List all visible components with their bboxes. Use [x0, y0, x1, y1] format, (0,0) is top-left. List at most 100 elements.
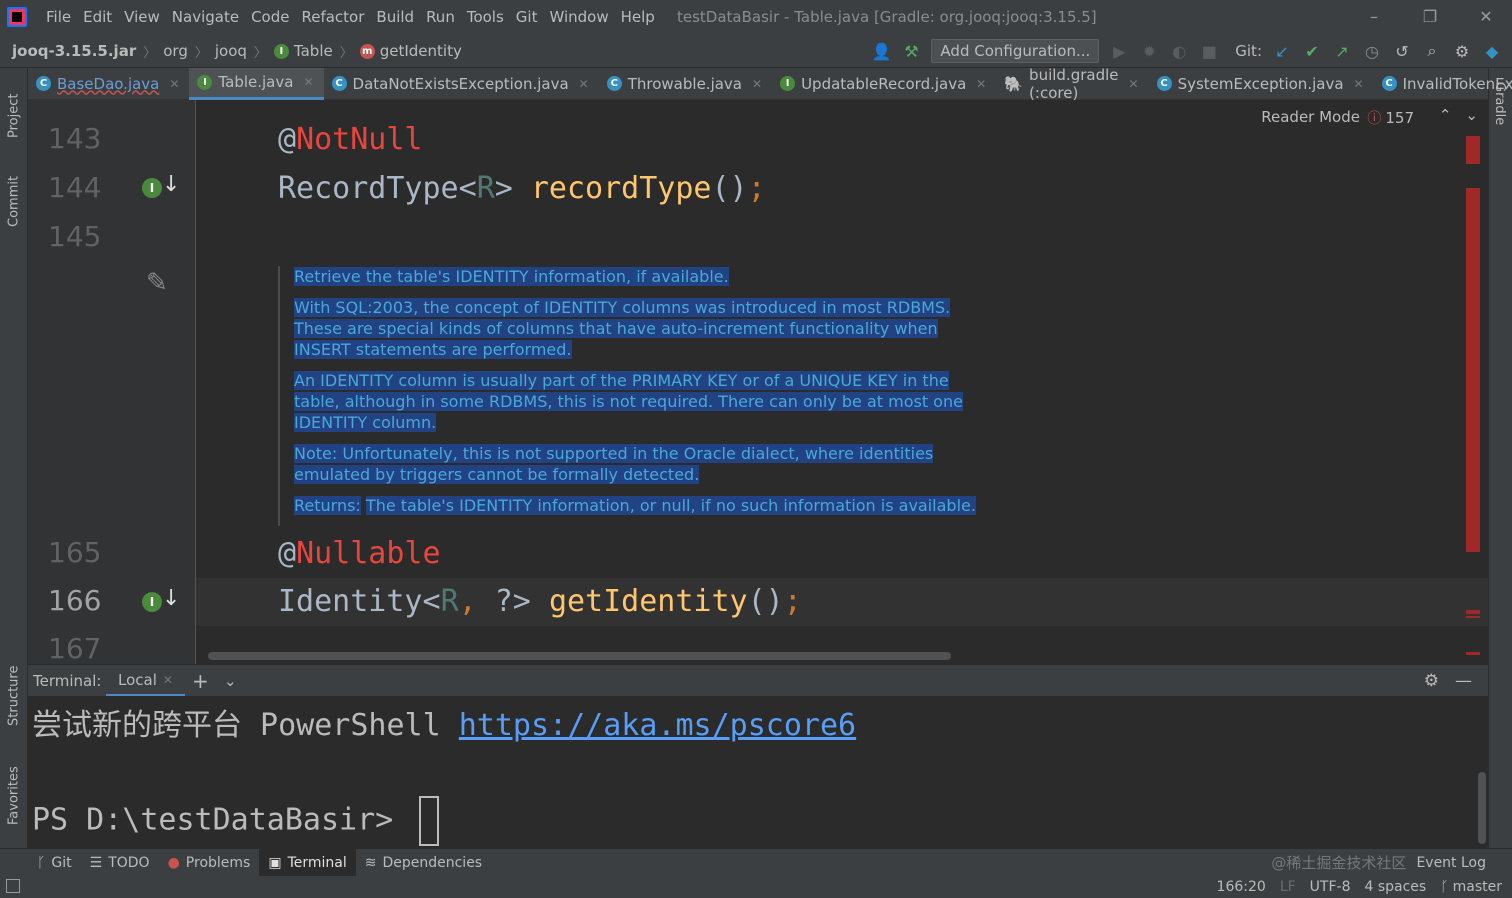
chevron-down-icon[interactable]: ⌄ — [1465, 106, 1478, 124]
minimize-button[interactable]: – — [1346, 0, 1402, 34]
tab-label: SystemException.java — [1177, 74, 1344, 93]
user-icon[interactable]: 👤 — [871, 42, 891, 61]
breadcrumb-org[interactable]: org — [163, 42, 188, 60]
terminal-scrollbar[interactable] — [1478, 772, 1486, 844]
terminal-link[interactable]: https://aka.ms/pscore6 — [459, 708, 856, 743]
terminal-icon: ▣ — [268, 854, 282, 871]
history-icon[interactable]: ◷ — [1362, 42, 1382, 61]
problems-tool-button[interactable]: ● Problems — [159, 849, 260, 877]
menu-help[interactable]: Help — [615, 0, 661, 34]
close-icon[interactable]: ✕ — [976, 77, 986, 91]
file-encoding[interactable]: UTF-8 — [1310, 879, 1351, 895]
menu-git[interactable]: Git — [510, 0, 544, 34]
tab-systemexception[interactable]: C SystemException.java ✕ — [1149, 68, 1374, 100]
breadcrumb-jooq[interactable]: jooq — [215, 42, 247, 60]
close-icon[interactable]: ✕ — [1129, 77, 1139, 91]
tab-table[interactable]: I Table.java ✕ — [189, 67, 324, 100]
tab-updatablerecord[interactable]: I UpdatableRecord.java ✕ — [772, 68, 996, 100]
git-branch-widget[interactable]: ᚴ master — [1440, 879, 1502, 895]
git-push-icon[interactable]: ↗ — [1332, 42, 1352, 61]
chevron-down-icon[interactable]: ⌄ — [224, 665, 237, 697]
menu-code[interactable]: Code — [245, 0, 295, 34]
dependencies-tool-button[interactable]: ≋ Dependencies — [356, 849, 491, 877]
menu-tools[interactable]: Tools — [461, 0, 510, 34]
line-number: 165 — [48, 536, 102, 569]
status-widgets: 166:20 LF UTF-8 4 spaces ᚴ master — [1217, 876, 1502, 898]
restore-button[interactable]: ❐ — [1402, 0, 1458, 34]
project-tool-tab[interactable]: Project — [0, 76, 28, 156]
menu-file[interactable]: File — [40, 0, 77, 34]
rollback-icon[interactable]: ↺ — [1392, 42, 1412, 61]
event-log-button[interactable]: Event Log — [1416, 849, 1486, 877]
tab-invalidtoken[interactable]: C InvalidTokenExce — [1374, 68, 1512, 100]
menu-window[interactable]: Window — [543, 0, 614, 34]
close-icon[interactable]: ✕ — [303, 75, 313, 89]
doc-paragraph: An IDENTITY column is usually part of th… — [294, 370, 998, 433]
rendered-javadoc[interactable]: Retrieve the table's IDENTITY informatio… — [278, 266, 998, 526]
code-token: ; — [783, 584, 802, 619]
plugin-icon[interactable]: ◆ — [1482, 42, 1502, 61]
error-stripe[interactable] — [1466, 136, 1480, 656]
favorites-tool-tab[interactable]: Favorites — [0, 756, 28, 836]
panel-toggle-icon[interactable] — [6, 879, 20, 893]
close-icon[interactable]: ✕ — [752, 77, 762, 91]
commit-tool-tab[interactable]: Commit — [0, 166, 28, 236]
tab-label: build.gradle (:core) — [1029, 65, 1119, 102]
line-separator[interactable]: LF — [1280, 879, 1296, 895]
settings-gear-icon[interactable]: ⚙ — [1452, 42, 1472, 61]
menu-view[interactable]: View — [118, 0, 166, 34]
run-icon[interactable]: ▶ — [1109, 42, 1129, 61]
close-icon[interactable]: ✕ — [579, 77, 589, 91]
close-icon[interactable]: ✕ — [163, 664, 173, 696]
status-bar: 166:20 LF UTF-8 4 spaces ᚴ master — [0, 876, 1512, 898]
error-count-widget[interactable]: ⓘ 157 — [1367, 108, 1414, 128]
tab-build-gradle[interactable]: 🐘 build.gradle (:core) ✕ — [996, 65, 1148, 102]
new-terminal-plus-icon[interactable]: + — [192, 665, 209, 697]
breadcrumb-table[interactable]: I Table — [273, 42, 333, 60]
indent-setting[interactable]: 4 spaces — [1364, 879, 1426, 895]
menu-edit[interactable]: Edit — [77, 0, 118, 34]
settings-gear-icon[interactable]: ⚙ — [1424, 671, 1439, 691]
git-update-icon[interactable]: ↙ — [1272, 42, 1292, 61]
coverage-icon[interactable]: ◐ — [1169, 42, 1189, 61]
horizontal-scrollbar[interactable] — [208, 652, 951, 660]
minimize-panel-icon[interactable]: — — [1455, 671, 1472, 691]
menu-navigate[interactable]: Navigate — [166, 0, 245, 34]
terminal-tab-local[interactable]: Local ✕ — [106, 665, 185, 697]
terminal-output[interactable]: 尝试新的跨平台 PowerShell https://aka.ms/pscore… — [28, 696, 1488, 848]
menu-run[interactable]: Run — [420, 0, 461, 34]
breadcrumb-method[interactable]: m getIdentity — [359, 42, 462, 60]
build-hammer-icon[interactable]: ⚒ — [901, 42, 921, 61]
code-token: ?> — [494, 584, 549, 619]
git-commit-icon[interactable]: ✔ — [1302, 42, 1322, 61]
tab-label: InvalidTokenExce — [1402, 74, 1512, 93]
code-token: () — [747, 584, 784, 619]
stop-icon[interactable]: ■ — [1199, 42, 1219, 61]
class-icon: C — [36, 76, 51, 91]
tab-datanotexists[interactable]: C DataNotExistsException.java ✕ — [324, 68, 599, 100]
structure-tool-tab[interactable]: Structure — [0, 656, 28, 736]
code-editor[interactable]: 143 144 145 165 166 167 I ↓ ✎ I ↓ @NotNu… — [28, 100, 1488, 664]
chevron-up-icon[interactable]: ⌃ — [1439, 106, 1452, 124]
tab-throwable[interactable]: C Throwable.java ✕ — [599, 68, 772, 100]
pencil-edit-icon[interactable]: ✎ — [146, 268, 168, 298]
terminal-tab-label: Local — [118, 670, 157, 689]
menu-refactor[interactable]: Refactor — [295, 0, 370, 34]
debug-icon[interactable]: ✹ — [1139, 42, 1159, 61]
search-icon[interactable]: ⌕ — [1422, 41, 1442, 61]
add-configuration-button[interactable]: Add Configuration... — [931, 39, 1100, 63]
close-icon[interactable]: ✕ — [1354, 77, 1364, 91]
todo-tool-button[interactable]: ☰ TODO — [81, 849, 159, 877]
implemented-icon[interactable]: I — [142, 178, 162, 198]
breadcrumb-jar[interactable]: jooq-3.15.5.jar — [12, 42, 136, 60]
implemented-icon[interactable]: I — [142, 592, 162, 612]
terminal-tool-button[interactable]: ▣ Terminal — [259, 848, 356, 877]
editor-tab-bar: C BaseDao.java ✕ I Table.java ✕ C DataNo… — [28, 65, 1512, 102]
menu-build[interactable]: Build — [370, 0, 420, 34]
git-tool-button[interactable]: ᚴ Git — [28, 849, 81, 877]
reader-mode-toggle[interactable]: Reader Mode — [1261, 108, 1360, 126]
tab-basedao[interactable]: C BaseDao.java ✕ — [28, 68, 189, 100]
cursor-position[interactable]: 166:20 — [1217, 879, 1266, 895]
close-button[interactable]: ✕ — [1458, 0, 1512, 34]
close-icon[interactable]: ✕ — [169, 77, 179, 91]
